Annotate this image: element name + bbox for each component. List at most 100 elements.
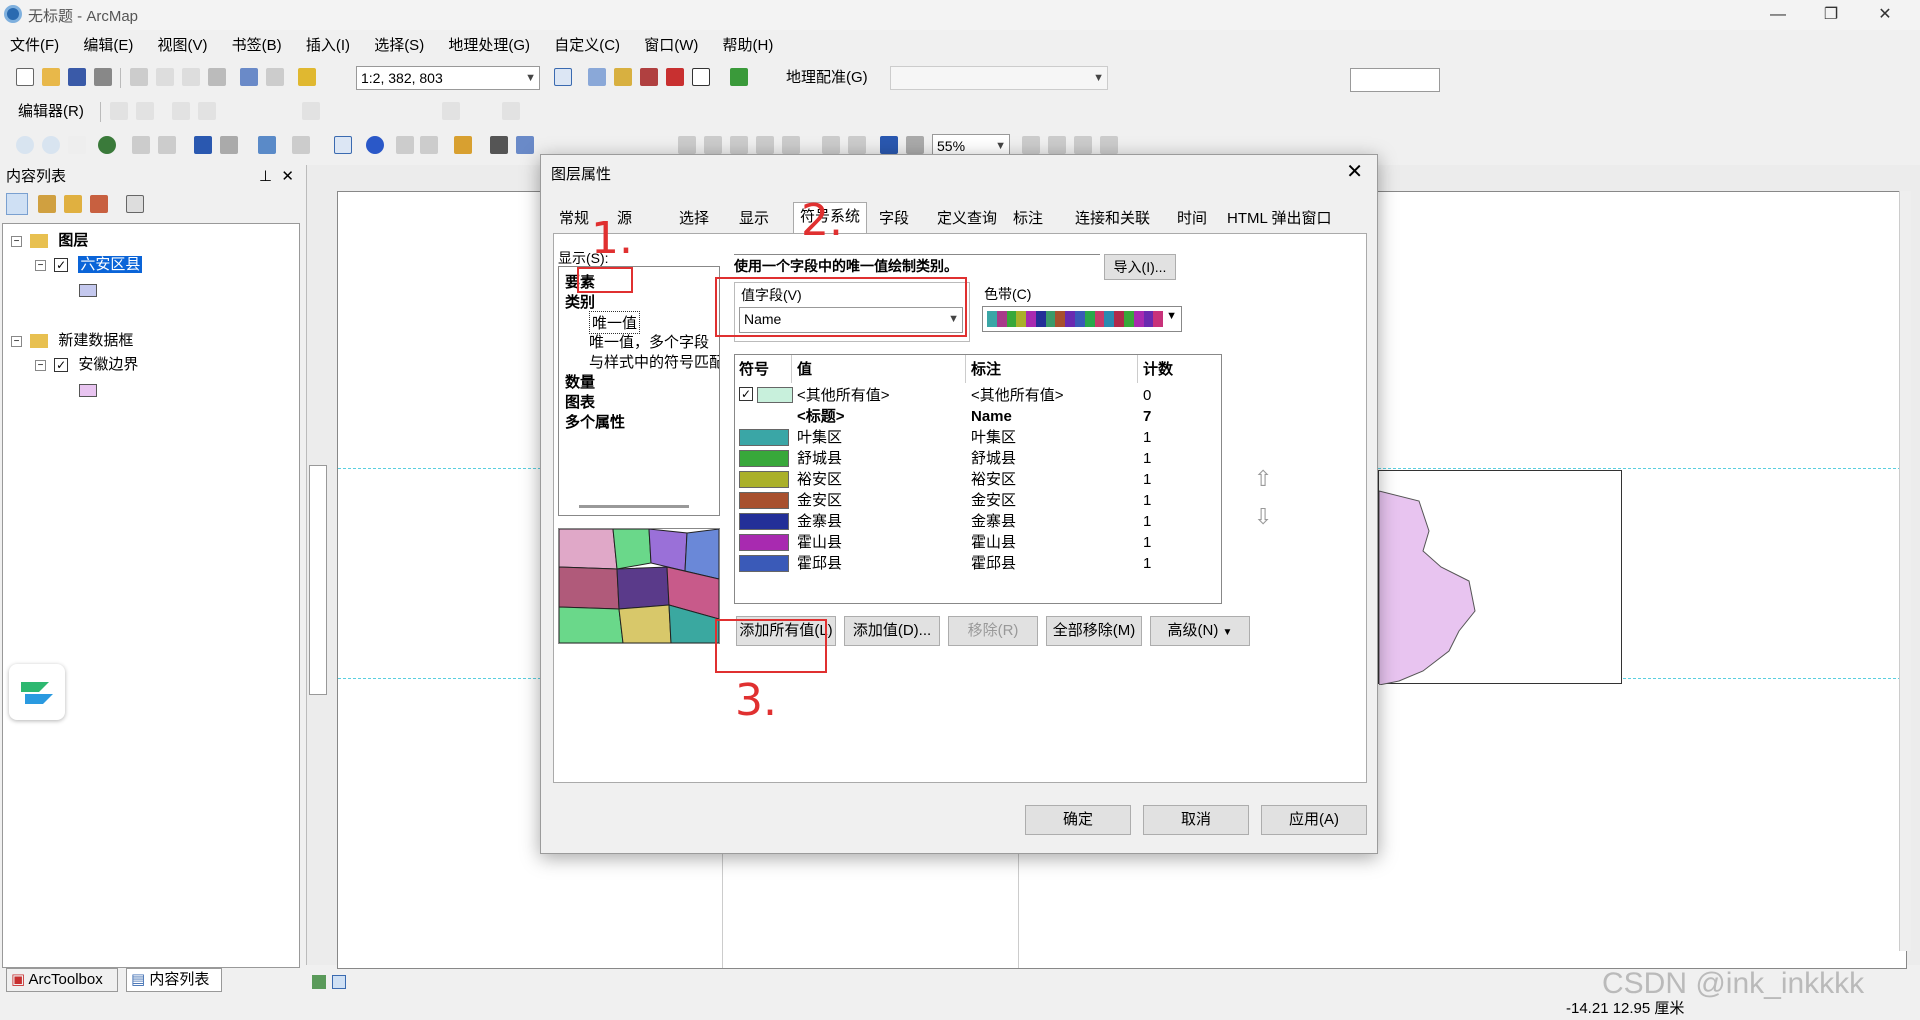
show-charts[interactable]: 图表 — [565, 391, 595, 412]
select-elements-icon[interactable] — [332, 134, 354, 156]
advanced-button[interactable]: 高级(N) ▼ — [1150, 616, 1250, 646]
table-row[interactable]: 金寨县 金寨县 1 — [735, 511, 1226, 532]
menu-insert[interactable]: 插入(I) — [296, 34, 360, 58]
new-dataframe[interactable]: − 新建数据框 — [11, 330, 133, 352]
table-row[interactable]: 霍邱县 霍邱县 1 — [735, 553, 1226, 574]
add-data-icon[interactable] — [296, 66, 318, 88]
data-frame-anhui[interactable] — [1378, 470, 1622, 686]
layout-pan-icon[interactable] — [728, 134, 750, 156]
search-window-icon[interactable] — [638, 66, 660, 88]
row-symbol[interactable] — [739, 534, 789, 551]
table-row[interactable]: 裕安区 裕安区 1 — [735, 469, 1226, 490]
scale-combo[interactable]: 1:2, 382, 803 ▼ — [356, 66, 540, 90]
layer-symbol-swatch[interactable] — [79, 284, 97, 297]
row-symbol[interactable] — [739, 450, 789, 467]
clear-selection-icon[interactable] — [290, 134, 312, 156]
cut-icon[interactable] — [128, 66, 150, 88]
apply-button[interactable]: 应用(A) — [1261, 805, 1367, 835]
georef-layer-combo[interactable]: ▼ — [890, 66, 1108, 90]
tab-selection[interactable]: 选择 — [673, 205, 715, 233]
zoom-whole-page-icon[interactable] — [754, 134, 776, 156]
tab-fields[interactable]: 字段 — [873, 205, 915, 233]
maximize-button[interactable]: ❐ — [1808, 2, 1854, 28]
row-symbol[interactable] — [739, 555, 789, 572]
layout-zoom-out-icon[interactable] — [702, 134, 724, 156]
ok-button[interactable]: 确定 — [1025, 805, 1131, 835]
layer-name[interactable]: 安徽边界 — [78, 356, 138, 373]
menu-bookmarks[interactable]: 书签(B) — [222, 34, 292, 58]
toc-options-icon[interactable] — [124, 193, 146, 215]
close-window-button[interactable]: ✕ — [1862, 2, 1908, 28]
modelbuilder-icon[interactable] — [728, 66, 750, 88]
cancel-button[interactable]: 取消 — [1143, 805, 1249, 835]
row-symbol[interactable] — [739, 471, 789, 488]
move-up-icon[interactable]: ⇧ — [1254, 466, 1272, 492]
remove-all-button[interactable]: 全部移除(M) — [1046, 616, 1142, 646]
layers-dataframe[interactable]: − 图层 — [11, 230, 88, 252]
paste-icon[interactable] — [180, 66, 202, 88]
dialog-close-button[interactable]: ✕ — [1346, 159, 1363, 184]
table-row[interactable]: 霍山县 霍山县 1 — [735, 532, 1226, 553]
fixed-zoom-out-icon[interactable] — [156, 134, 178, 156]
tab-general[interactable]: 常规 — [553, 205, 595, 233]
move-down-icon[interactable]: ⇩ — [1254, 504, 1272, 530]
layer-anhui[interactable]: − ✓ 安徽边界 — [35, 354, 138, 376]
full-extent-globe-icon[interactable] — [96, 134, 118, 156]
show-categories[interactable]: 类别 — [565, 291, 595, 312]
add-values-button[interactable]: 添加值(D)... — [844, 616, 940, 646]
layer-visibility-checkbox[interactable]: ✓ — [54, 258, 69, 273]
show-match-to-style[interactable]: 与样式中的符号匹配 — [589, 351, 719, 372]
new-document-icon[interactable] — [14, 66, 36, 88]
pan-hand-icon[interactable] — [66, 134, 88, 156]
tab-html-popup[interactable]: HTML 弹出窗口 — [1221, 205, 1337, 233]
list-by-selection-icon[interactable] — [88, 193, 110, 215]
change-layout-icon[interactable] — [1072, 134, 1094, 156]
save-icon[interactable] — [66, 66, 88, 88]
data-driven-pages-icon[interactable] — [1098, 134, 1120, 156]
list-by-source-icon[interactable] — [36, 193, 58, 215]
fixed-zoom-in-icon[interactable] — [130, 134, 152, 156]
fixed-layout-zoom-out-icon[interactable] — [846, 134, 868, 156]
redo-icon[interactable] — [264, 66, 286, 88]
close-panel-icon[interactable]: ✕ — [281, 165, 294, 189]
menu-customize[interactable]: 自定义(C) — [544, 34, 630, 58]
hyperlink-icon[interactable] — [394, 134, 416, 156]
layout-forward-icon[interactable] — [904, 134, 926, 156]
toc-window-icon[interactable] — [586, 66, 608, 88]
catalog-icon[interactable] — [612, 66, 634, 88]
show-multiple-attributes[interactable]: 多个属性 — [565, 411, 625, 432]
tab-display[interactable]: 显示 — [733, 205, 775, 233]
html-popup-icon[interactable] — [418, 134, 440, 156]
find-icon[interactable] — [488, 134, 510, 156]
row-symbol[interactable] — [739, 513, 789, 530]
fixed-layout-zoom-in-icon[interactable] — [820, 134, 842, 156]
pin-icon[interactable]: ⊥ — [259, 165, 272, 189]
floating-app-icon[interactable] — [9, 664, 65, 720]
forward-extent-icon[interactable] — [218, 134, 240, 156]
values-table[interactable]: 符号 值 标注 计数 ✓ <其他所有值> <其他所有值> 0 <标题> Name 7 叶集区叶… — [734, 354, 1222, 604]
table-row[interactable]: 舒城县 舒城县 1 — [735, 448, 1226, 469]
table-row[interactable]: <标题> Name 7 — [735, 406, 1226, 427]
show-quantities[interactable]: 数量 — [565, 371, 595, 392]
layer-name-selected[interactable]: 六安区县 — [78, 256, 143, 273]
list-by-visibility-icon[interactable] — [62, 193, 84, 215]
zoom-100-icon[interactable] — [780, 134, 802, 156]
measure-icon[interactable] — [452, 134, 474, 156]
identify-icon[interactable] — [364, 134, 386, 156]
import-button[interactable]: 导入(I)... — [1104, 254, 1176, 280]
arctoolbox-icon[interactable] — [664, 66, 686, 88]
layout-zoom-in-icon[interactable] — [676, 134, 698, 156]
vertical-scrollbar[interactable] — [1899, 191, 1911, 951]
editor-toolbar-icon[interactable] — [552, 66, 574, 88]
select-features-icon[interactable] — [256, 134, 278, 156]
table-row[interactable]: 叶集区 叶集区 1 — [735, 427, 1226, 448]
menu-edit[interactable]: 编辑(E) — [73, 34, 143, 58]
layer-symbol-swatch[interactable] — [79, 384, 97, 397]
row-symbol[interactable] — [739, 429, 789, 446]
zoom-in-icon[interactable] — [14, 134, 36, 156]
collapse-icon[interactable]: − — [35, 359, 46, 371]
print-icon[interactable] — [92, 66, 114, 88]
menu-file[interactable]: 文件(F) — [0, 34, 69, 58]
collapse-icon[interactable]: − — [11, 335, 22, 347]
menu-help[interactable]: 帮助(H) — [713, 34, 784, 58]
